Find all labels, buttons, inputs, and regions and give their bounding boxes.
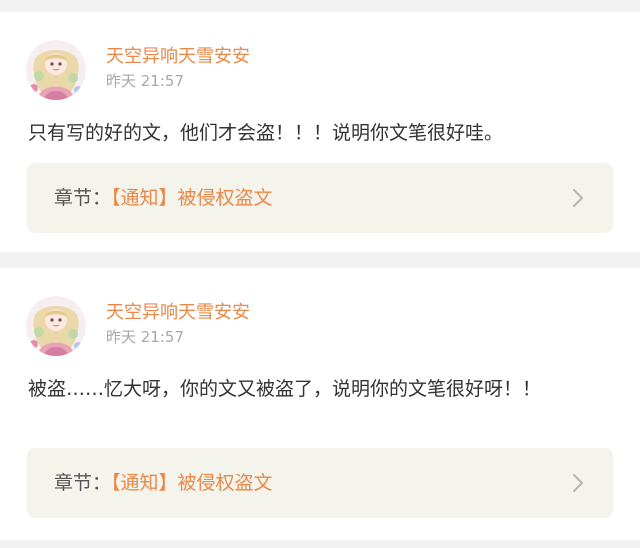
chapter-prefix: 章节：	[54, 472, 112, 494]
comment-feed: 天空异响天雪安安 昨天 21:57 只有写的好的文，他们才会盗！！！说明你文笔很…	[0, 0, 640, 548]
comment-text: 被盗……忆大呀，你的文又被盗了，说明你的文笔很好呀！！	[28, 378, 542, 400]
chevron-right-icon	[573, 189, 583, 207]
chapter-link[interactable]: 章节：【通知】被侵权盗文	[27, 448, 613, 518]
chapter-title: 【通知】被侵权盗文	[111, 472, 273, 494]
chapter-label: 章节：【通知】被侵权盗文	[54, 185, 273, 211]
username[interactable]: 天空异响天雪安安	[106, 302, 250, 324]
chapter-title: 【通知】被侵权盗文	[111, 187, 273, 209]
user-avatar[interactable]	[26, 296, 86, 356]
timestamp: 昨天 21:57	[106, 72, 184, 90]
comment-text: 只有写的好的文，他们才会盗！！！说明你文笔很好哇。	[28, 122, 504, 144]
username[interactable]: 天空异响天雪安安	[106, 46, 250, 68]
comment-card: 天空异响天雪安安 昨天 21:57 被盗……忆大呀，你的文又被盗了，说明你的文笔…	[0, 268, 640, 540]
chapter-link[interactable]: 章节：【通知】被侵权盗文	[27, 163, 613, 233]
avatar-image	[26, 40, 86, 100]
chapter-prefix: 章节：	[54, 187, 112, 209]
timestamp: 昨天 21:57	[106, 328, 184, 346]
chapter-label: 章节：【通知】被侵权盗文	[54, 470, 273, 496]
comment-card: 天空异响天雪安安 昨天 21:57 只有写的好的文，他们才会盗！！！说明你文笔很…	[0, 12, 640, 252]
user-avatar[interactable]	[26, 40, 86, 100]
chevron-right-icon	[573, 474, 583, 492]
avatar-image	[26, 296, 86, 356]
